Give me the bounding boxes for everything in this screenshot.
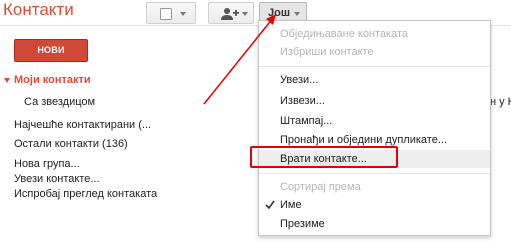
annotation-highlight-box (250, 146, 398, 168)
sidebar-item-other-contacts[interactable]: Остали контакти (136) (14, 138, 128, 150)
select-checkbox-button[interactable] (146, 2, 196, 24)
background-text: н у Ко (490, 96, 511, 108)
menu-item-delete: Избриши контакте (280, 46, 374, 58)
menu-divider (259, 173, 490, 174)
menu-item-export[interactable]: Извези... (259, 92, 490, 110)
more-dropdown-menu: Обједињаване контаката Избриши контакте … (258, 20, 491, 236)
menu-item-sort-first-name[interactable]: Име (259, 196, 490, 214)
menu-item-merge: Обједињаване контаката (280, 28, 409, 40)
more-button-label: Још (268, 7, 291, 19)
chevron-down-icon (180, 12, 186, 16)
add-to-group-button[interactable] (208, 2, 254, 24)
menu-item-sort-last-name[interactable]: Презиме (259, 215, 490, 233)
checkbox-icon (160, 8, 172, 20)
new-contact-button[interactable]: НОВИ КОНТАКТ (14, 39, 88, 76)
chevron-down-icon (242, 12, 248, 16)
menu-item-sort-first-name-label: Име (280, 199, 302, 211)
new-group-link[interactable]: Нова група... (14, 158, 80, 170)
chevron-down-icon (294, 12, 300, 16)
try-preview-link[interactable]: Испробај преглед контаката (14, 188, 157, 200)
add-person-icon (221, 8, 239, 20)
menu-sort-header: Сортирај према (280, 181, 361, 193)
menu-divider (259, 66, 490, 67)
app-title: Контакти (3, 0, 74, 19)
menu-item-import[interactable]: Увези... (259, 71, 490, 89)
sidebar-item-frequent[interactable]: Најчешће контактирани (... (14, 119, 151, 131)
menu-item-print[interactable]: Штампај... (259, 112, 490, 130)
sidebar-item-my-contacts[interactable]: Моји контакти (14, 74, 91, 86)
expand-triangle-icon[interactable] (4, 78, 10, 83)
import-contacts-link[interactable]: Увези контакте... (14, 173, 100, 185)
check-icon (265, 200, 275, 209)
sidebar-item-starred[interactable]: Са звездицом (24, 96, 95, 108)
